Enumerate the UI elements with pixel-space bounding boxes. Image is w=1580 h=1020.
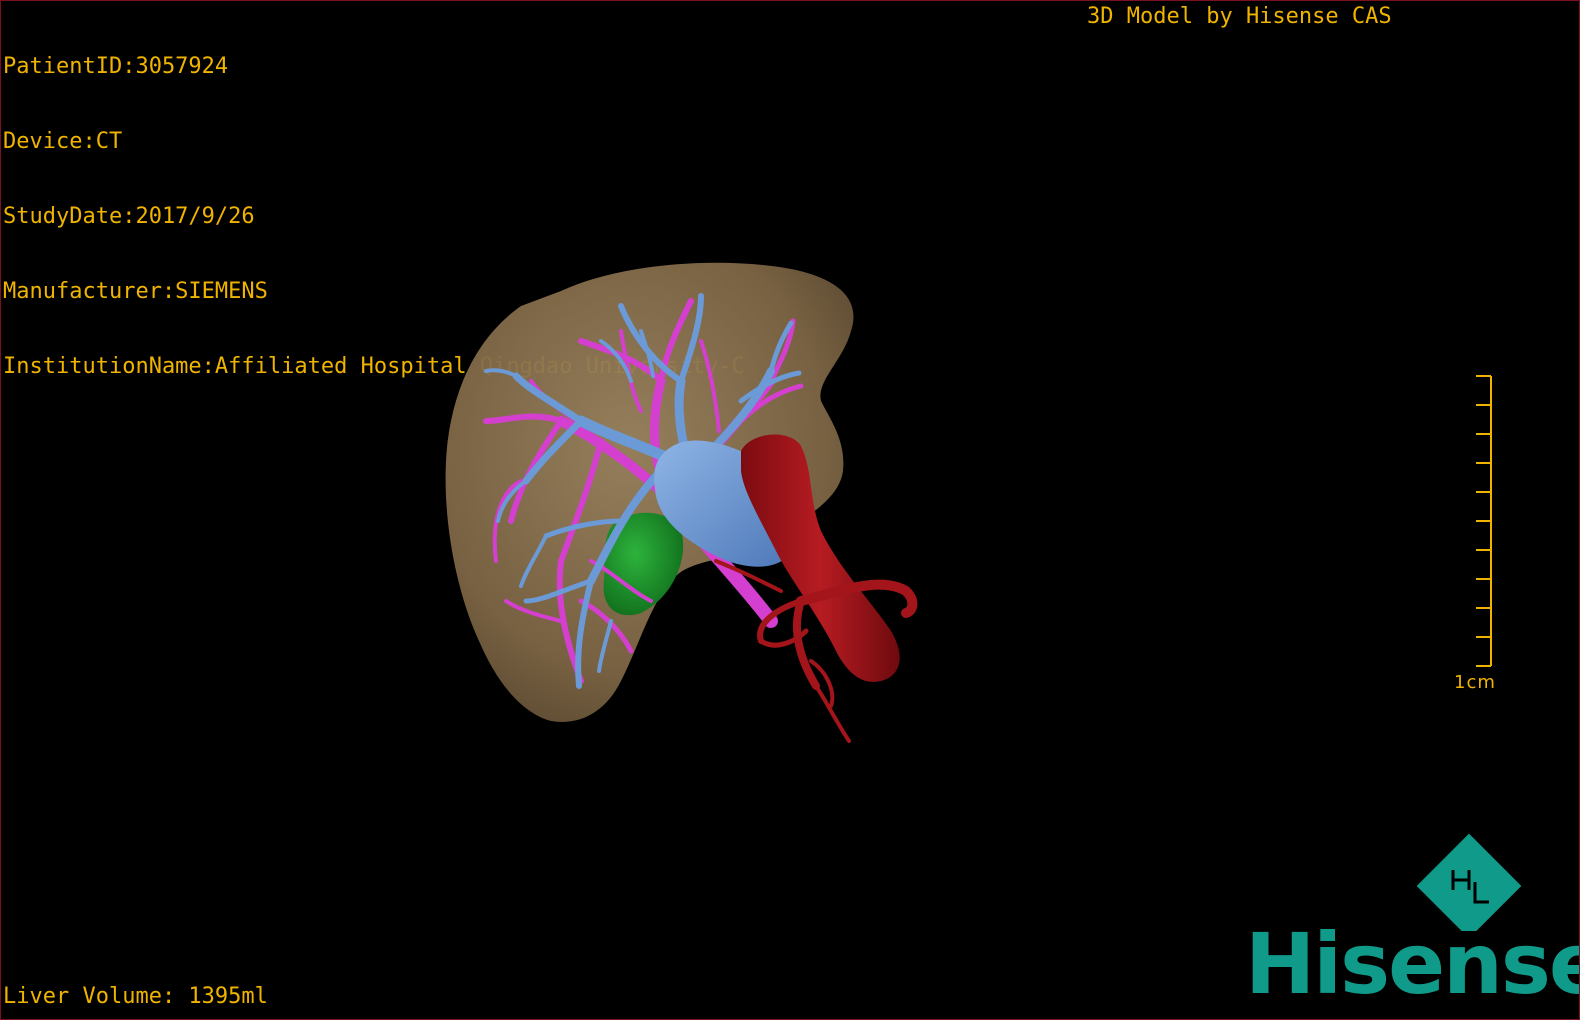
scale-bar	[1476, 375, 1492, 667]
hisense-wordmark: Hisense	[1245, 915, 1580, 1013]
liver-volume-text: Liver Volume: 1395ml	[3, 984, 268, 1009]
3d-viewport[interactable]: PatientID:3057924 Device:CT StudyDate:20…	[0, 0, 1580, 1020]
scale-bar-label: 1cm	[1454, 672, 1496, 693]
